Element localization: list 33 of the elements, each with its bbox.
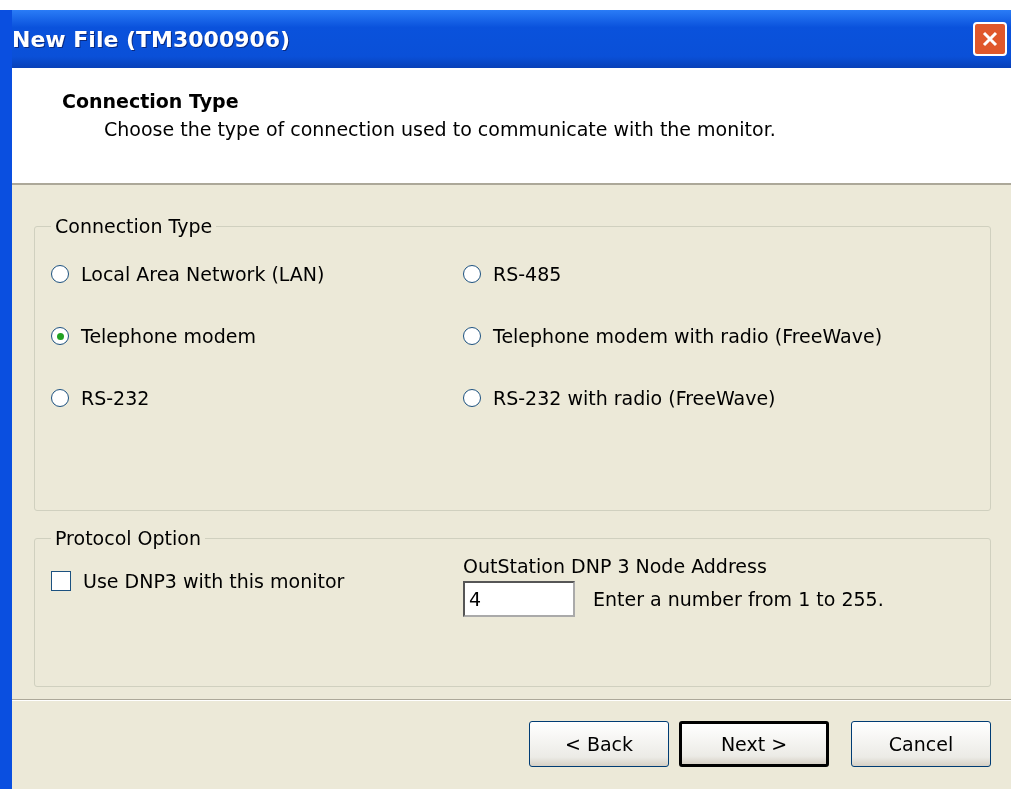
checkbox[interactable] <box>51 571 71 591</box>
radio-option[interactable]: Local Area Network (LAN) <box>51 263 463 285</box>
radio-button[interactable] <box>51 265 69 283</box>
radio-option[interactable]: RS-232 <box>51 387 463 409</box>
window-title: New File (TM3000906) <box>12 26 291 52</box>
radio-option[interactable]: RS-485 <box>463 263 974 285</box>
checkbox-label: Use DNP3 with this monitor <box>83 570 345 592</box>
radio-label: Telephone modem <box>81 325 256 347</box>
radio-button[interactable] <box>463 265 481 283</box>
radio-label: RS-485 <box>493 263 562 285</box>
radio-button[interactable] <box>51 327 69 345</box>
close-button[interactable] <box>973 22 1007 56</box>
dialog-button[interactable]: < Back <box>529 721 669 767</box>
address-field[interactable]: 4 <box>463 581 575 617</box>
page-description: Choose the type of connection used to communicate with the monitor. <box>104 118 777 140</box>
group-title: Protocol Option <box>54 527 203 549</box>
radio-label: RS-232 with radio (FreeWave) <box>493 387 776 409</box>
radio-option[interactable]: RS-232 with radio (FreeWave) <box>463 387 974 409</box>
dialog-button[interactable]: Cancel <box>851 721 991 767</box>
page-title: Connection Type <box>62 90 240 112</box>
radio-button[interactable] <box>51 389 69 407</box>
radio-label: Local Area Network (LAN) <box>81 263 325 285</box>
group-title: Connection Type <box>54 215 214 237</box>
radio-option[interactable]: Telephone modem with radio (FreeWave) <box>463 325 974 347</box>
radio-button[interactable] <box>463 327 481 345</box>
hint-text: Enter a number from 1 to 255. <box>593 588 884 610</box>
field-label: OutStation DNP 3 Node Address <box>463 555 768 577</box>
radio-button[interactable] <box>463 389 481 407</box>
radio-option[interactable]: Telephone modem <box>51 325 463 347</box>
radio-label: RS-232 <box>81 387 150 409</box>
close-icon <box>981 30 999 48</box>
dialog-button[interactable]: Next > <box>679 721 829 767</box>
radio-label: Telephone modem with radio (FreeWave) <box>493 325 883 347</box>
